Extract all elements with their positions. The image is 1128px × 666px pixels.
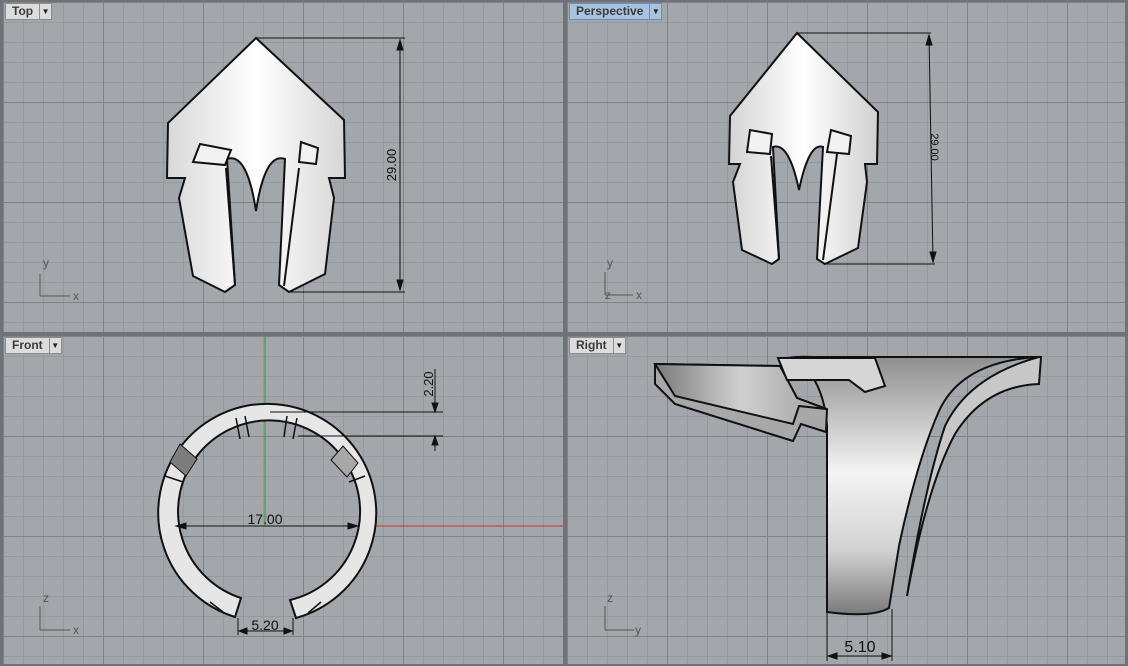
axis-widget-top: y x bbox=[39, 256, 79, 303]
chevron-down-icon[interactable]: ▼ bbox=[613, 337, 626, 354]
viewport-tab-perspective[interactable]: Perspective ▼ bbox=[569, 3, 663, 20]
viewport-front[interactable]: Front ▼ 17.00 5.20 2.20 z x bbox=[3, 336, 563, 664]
axis-widget-right: z y bbox=[604, 591, 641, 637]
axis-label-y: y bbox=[43, 256, 49, 270]
viewport-label: Top bbox=[5, 3, 41, 20]
axis-label-x: x bbox=[636, 288, 642, 302]
dimension-text-thickness: 2.20 bbox=[421, 371, 436, 396]
chevron-down-icon[interactable]: ▼ bbox=[49, 337, 62, 354]
top-drawing: 29.00 y x bbox=[39, 36, 405, 303]
viewport-top[interactable]: Top ▼ 29.00 y x bbox=[3, 2, 563, 332]
right-drawing: 5.10 z y bbox=[604, 355, 1043, 661]
axis-label-x: x bbox=[73, 289, 79, 303]
helmet-ring-top bbox=[165, 36, 347, 294]
axis-label-z: z bbox=[607, 591, 613, 605]
axis-label-z: z bbox=[43, 591, 49, 605]
dimension-text-right: 5.10 bbox=[844, 639, 875, 656]
axis-widget-perspective: y z x bbox=[604, 256, 642, 302]
dimension-text-perspective: 29.00 bbox=[928, 133, 940, 161]
chevron-down-icon[interactable]: ▼ bbox=[650, 3, 663, 20]
chevron-down-icon[interactable]: ▼ bbox=[40, 3, 53, 20]
viewport-label: Perspective bbox=[569, 3, 651, 20]
front-drawing: 17.00 5.20 2.20 z x bbox=[39, 336, 563, 637]
axis-widget-front: z x bbox=[39, 591, 79, 637]
viewport-right[interactable]: Right ▼ 5.10 z y bbox=[567, 336, 1125, 664]
dimension-text-gap: 5.20 bbox=[251, 617, 278, 633]
axis-label-z: z bbox=[605, 288, 611, 302]
viewport-label: Front bbox=[5, 337, 50, 354]
axis-label-y: y bbox=[607, 256, 613, 270]
viewport-perspective[interactable]: Perspective ▼ 29.00 y z x bbox=[567, 2, 1125, 332]
axis-label-x: x bbox=[73, 623, 79, 637]
viewport-tab-front[interactable]: Front ▼ bbox=[5, 337, 62, 354]
ring-side-right bbox=[653, 355, 1043, 616]
viewport-tab-top[interactable]: Top ▼ bbox=[5, 3, 53, 20]
perspective-drawing: 29.00 y z x bbox=[604, 31, 940, 302]
axis-label-y: y bbox=[635, 623, 641, 637]
dimension-text-inner: 17.00 bbox=[247, 511, 282, 527]
viewport-label: Right bbox=[569, 337, 614, 354]
dimension-text-top: 29.00 bbox=[384, 149, 399, 182]
viewport-tab-right[interactable]: Right ▼ bbox=[569, 337, 626, 354]
helmet-ring-perspective bbox=[727, 31, 880, 266]
